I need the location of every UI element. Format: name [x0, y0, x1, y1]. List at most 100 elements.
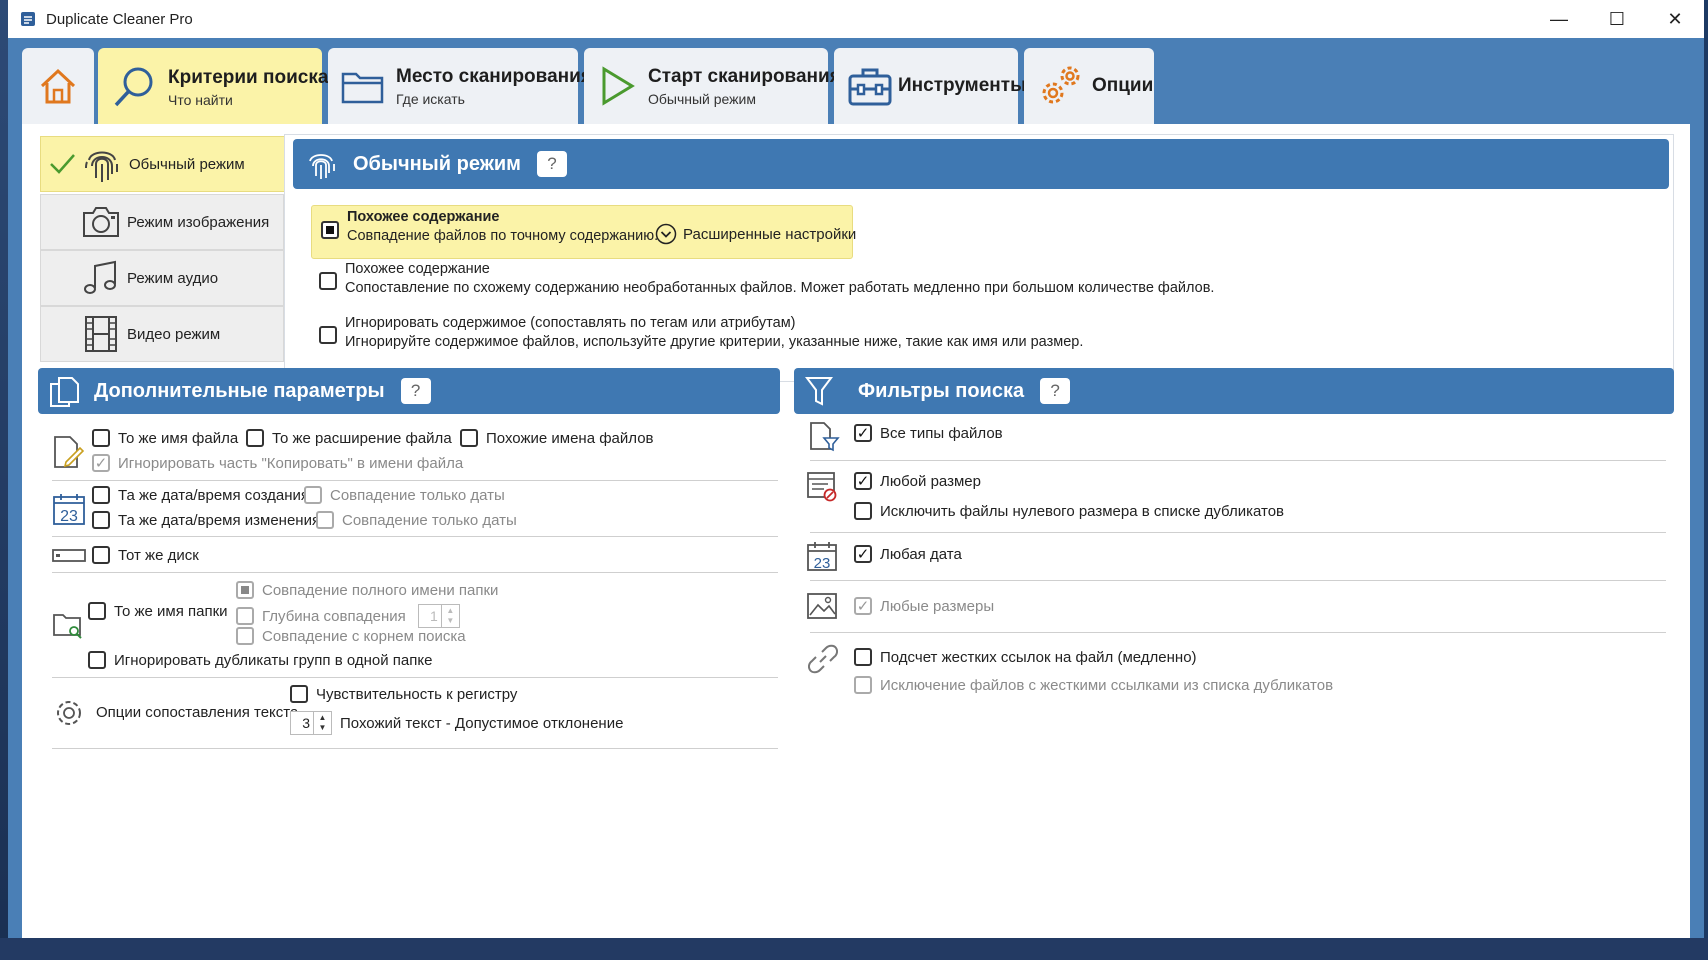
mode-audio[interactable]: Режим аудио	[40, 250, 284, 306]
hardlinks-checkbox[interactable]	[854, 648, 872, 666]
same-disk-checkbox[interactable]	[92, 546, 110, 564]
app-window: Duplicate Cleaner Pro — ☐ ✕ Критерии пои…	[8, 0, 1704, 938]
any-size-checkbox[interactable]: ✓	[854, 472, 872, 490]
case-sensitive-label: Чувствительность к регистру	[316, 685, 518, 703]
root-match-row[interactable]: Совпадение с корнем поиска	[236, 627, 466, 645]
same-filename-checkbox[interactable]	[92, 429, 110, 447]
depth-stepper[interactable]: 1 ▲ ▼	[417, 604, 460, 628]
same-folder-checkbox[interactable]	[88, 602, 106, 620]
all-types-checkbox[interactable]: ✓	[854, 424, 872, 442]
tab-scan-location[interactable]: Место сканирования Где искать	[328, 48, 592, 124]
any-dimensions-checkbox[interactable]: ✓	[854, 597, 872, 615]
depth-row[interactable]: Глубина совпадения 1 ▲ ▼	[236, 604, 460, 628]
tab-sublabel: Что найти	[168, 91, 233, 108]
mode-label: Видео режим	[127, 325, 221, 343]
any-dimensions-label: Любые размеры	[880, 597, 995, 615]
camera-icon	[83, 207, 119, 237]
divider	[52, 677, 778, 678]
similar-names-row[interactable]: Похожие имена файлов	[460, 429, 654, 447]
any-size-row[interactable]: ✓ Любой размер	[854, 472, 981, 490]
any-date-checkbox[interactable]: ✓	[854, 545, 872, 563]
created-date-only-checkbox[interactable]	[304, 486, 322, 504]
tab-tools[interactable]: Инструменты	[834, 48, 1026, 124]
advanced-settings-link[interactable]: Расширенные настройки	[655, 223, 856, 245]
option-similar-content[interactable]: Похожее содержание Сопоставление по схож…	[319, 261, 1214, 296]
tab-options[interactable]: Опции	[1024, 48, 1154, 124]
ignore-same-folder-row[interactable]: Игнорировать дубликаты групп в одной пап…	[88, 651, 432, 669]
help-button[interactable]: ?	[400, 378, 431, 404]
folder-search-icon	[53, 614, 82, 639]
tolerance-stepper-arrows[interactable]: ▲ ▼	[313, 712, 331, 734]
depth-stepper-arrows[interactable]: ▲ ▼	[440, 605, 459, 627]
window-title: Duplicate Cleaner Pro	[46, 10, 193, 28]
same-extension-row[interactable]: То же расширение файла	[246, 429, 452, 447]
tab-label: Место сканирования	[396, 65, 592, 87]
same-extension-checkbox[interactable]	[246, 429, 264, 447]
similar-names-checkbox[interactable]	[460, 429, 478, 447]
normal-mode-panel: Обычный режим ? Похожее содержание Совпа…	[284, 134, 1674, 382]
gear-icon	[57, 701, 81, 725]
same-disk-row[interactable]: Тот же диск	[92, 546, 199, 564]
same-modified-checkbox[interactable]	[92, 511, 110, 529]
any-dimensions-row[interactable]: ✓ Любые размеры	[854, 597, 994, 615]
ignore-copy-checkbox[interactable]: ✓	[92, 454, 110, 472]
any-date-label: Любая дата	[880, 545, 962, 563]
mode-normal[interactable]: Обычный режим	[40, 136, 286, 192]
all-types-row[interactable]: ✓ Все типы файлов	[854, 424, 1003, 442]
tab-start-scan[interactable]: Старт сканирования Обычный режим	[584, 48, 841, 124]
modified-date-only-checkbox[interactable]	[316, 511, 334, 529]
tolerance-stepper[interactable]: 3 ▲ ▼	[290, 711, 332, 735]
tab-home[interactable]	[22, 48, 94, 124]
exclude-zero-row[interactable]: Исключить файлы нулевого размера в списк…	[854, 502, 1284, 520]
any-date-row[interactable]: ✓ Любая дата	[854, 545, 962, 563]
option-radio[interactable]	[321, 221, 339, 239]
root-match-radio[interactable]	[236, 627, 254, 645]
tolerance-row[interactable]: 3 ▲ ▼ Похожий текст - Допустимое отклонен…	[290, 711, 623, 735]
case-sensitive-checkbox[interactable]	[290, 685, 308, 703]
help-button[interactable]: ?	[536, 151, 567, 177]
title-bar: Duplicate Cleaner Pro — ☐ ✕	[8, 0, 1704, 38]
same-created-checkbox[interactable]	[92, 486, 110, 504]
mode-video[interactable]: Видео режим	[40, 306, 284, 362]
option-radio[interactable]	[319, 272, 337, 290]
modified-date-only-row[interactable]: Совпадение только даты	[316, 511, 517, 529]
created-date-only-row[interactable]: Совпадение только даты	[304, 486, 505, 504]
full-folder-radio[interactable]	[236, 581, 254, 599]
file-edit-icon	[54, 436, 84, 468]
similar-names-label: Похожие имена файлов	[486, 429, 654, 447]
file-filter-icon	[810, 422, 840, 452]
mode-image[interactable]: Режим изображения	[40, 194, 284, 250]
exclude-hardlinks-label: Исключение файлов с жесткими ссылками из…	[880, 676, 1334, 694]
option-title: Похожее содержание	[347, 209, 500, 225]
option-exact-content[interactable]: Похожее содержание Совпадение файлов по …	[321, 209, 658, 244]
exclude-hardlinks-row[interactable]: Исключение файлов с жесткими ссылками из…	[854, 676, 1333, 694]
any-size-label: Любой размер	[880, 472, 981, 490]
hardlinks-row[interactable]: Подсчет жестких ссылок на файл (медленно…	[854, 648, 1197, 666]
close-button[interactable]: ✕	[1646, 0, 1704, 38]
ignore-same-folder-checkbox[interactable]	[88, 651, 106, 669]
same-filename-row[interactable]: То же имя файла	[92, 429, 238, 447]
tab-search-criteria[interactable]: Критерии поиска Что найти	[98, 48, 328, 126]
calendar-icon: 23	[53, 494, 85, 525]
maximize-button[interactable]: ☐	[1588, 0, 1646, 38]
same-modified-row[interactable]: Та же дата/время изменения	[92, 511, 320, 529]
option-ignore-content[interactable]: Игнорировать содержимое (сопоставлять по…	[319, 315, 1083, 350]
same-created-row[interactable]: Та же дата/время создания	[92, 486, 309, 504]
desktop-edge	[0, 0, 8, 960]
full-folder-row[interactable]: Совпадение полного имени папки	[236, 581, 498, 599]
same-folder-row[interactable]: То же имя папки	[88, 602, 228, 620]
disk-drive-icon	[52, 549, 86, 562]
minimize-button[interactable]: —	[1530, 0, 1588, 38]
divider	[52, 480, 778, 481]
exclude-hardlinks-checkbox[interactable]	[854, 676, 872, 694]
depth-radio[interactable]	[236, 607, 254, 625]
help-button[interactable]: ?	[1040, 378, 1071, 404]
option-radio[interactable]	[319, 326, 337, 344]
case-sensitive-row[interactable]: Чувствительность к регистру	[290, 685, 517, 703]
divider	[52, 748, 778, 749]
option-desc: Сопоставление по схожему содержанию необ…	[345, 280, 1215, 296]
ignore-copy-row[interactable]: ✓ Игнорировать часть "Копировать" в имен…	[92, 454, 463, 472]
modified-date-only-label: Совпадение только даты	[342, 511, 517, 529]
exclude-zero-checkbox[interactable]	[854, 502, 872, 520]
divider	[52, 572, 778, 573]
